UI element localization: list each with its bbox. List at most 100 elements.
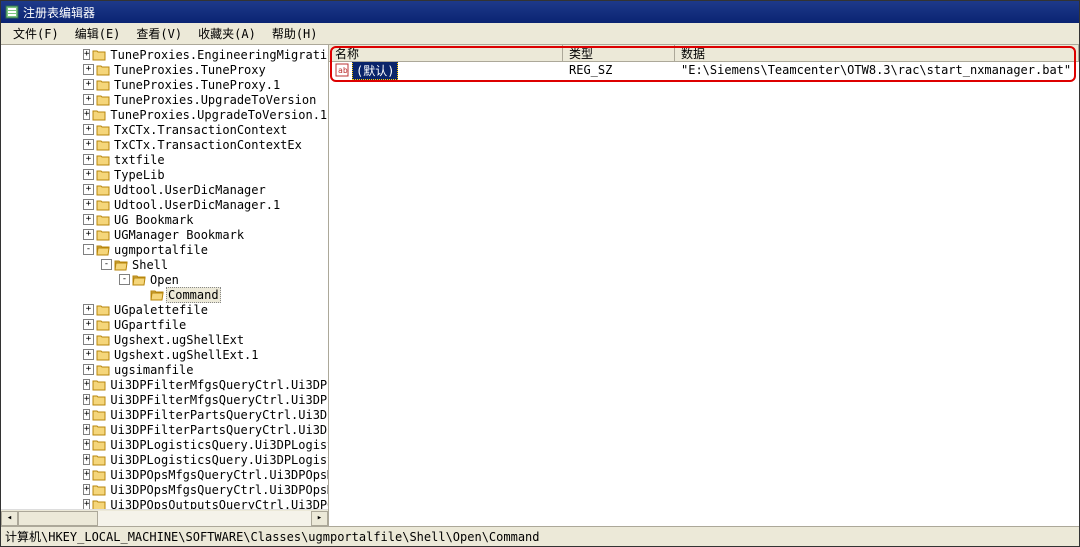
tree-node-label[interactable]: Ui3DPFilterMfgsQueryCtrl.Ui3DPFilterMfgs… [108, 378, 328, 392]
tree-node[interactable]: + Udtool.UserDicManager.1 [5, 197, 328, 212]
tree-node[interactable]: - ugmportalfile [5, 242, 328, 257]
menu-file[interactable]: 文件(F) [5, 23, 67, 44]
collapse-icon[interactable]: - [119, 274, 130, 285]
tree-scroll[interactable]: + TuneProxies.EngineeringMigration.1 + Tune… [1, 45, 328, 509]
tree-node[interactable]: + Ugshext.ugShellExt [5, 332, 328, 347]
scroll-track[interactable] [18, 511, 311, 526]
tree-node[interactable]: - Shell [5, 257, 328, 272]
tree-node[interactable]: + TuneProxies.UpgradeToVersion [5, 92, 328, 107]
tree-node[interactable]: - Open [5, 272, 328, 287]
tree-node[interactable]: +Ui3DPFilterMfgsQueryCtrl.Ui3DPFilterMfg… [5, 392, 328, 407]
tree-node[interactable]: + Ui3DPFilterPartsQueryCtrl.Ui3DPFilterPa… [5, 407, 328, 422]
value-name-cell[interactable]: ab (默认) [329, 62, 563, 80]
menu-favorites[interactable]: 收藏夹(A) [190, 23, 264, 44]
tree-node-label[interactable]: Ui3DPOpsOutputsQueryCtrl.Ui3DPOpsOutputs… [108, 498, 328, 510]
tree-node-label[interactable]: Udtool.UserDicManager [112, 183, 268, 197]
scroll-thumb[interactable] [18, 511, 98, 526]
menu-view[interactable]: 查看(V) [128, 23, 190, 44]
tree-node-label[interactable]: Shell [130, 258, 170, 272]
tree-node-label[interactable]: TuneProxies.TuneProxy [112, 63, 268, 77]
tree-node[interactable]: + UG Bookmark [5, 212, 328, 227]
expand-icon[interactable]: + [83, 79, 94, 90]
tree-node[interactable]: + TxCTx.TransactionContextEx [5, 137, 328, 152]
tree-node[interactable]: + TuneProxies.UpgradeToVersion.1 [5, 107, 328, 122]
expand-icon[interactable]: + [83, 94, 94, 105]
tree-node[interactable]: + TxCTx.TransactionContext [5, 122, 328, 137]
tree-node[interactable]: + txtfile [5, 152, 328, 167]
expand-icon[interactable]: + [83, 364, 94, 375]
tree-node-label[interactable]: UGManager Bookmark [112, 228, 246, 242]
tree-hscrollbar[interactable]: ◂ ▸ [1, 509, 328, 526]
tree-node[interactable]: + Ui3DPFilterMfgsQueryCtrl.Ui3DPFilterMfg… [5, 377, 328, 392]
expand-icon[interactable]: + [83, 424, 90, 435]
tree-node-label[interactable]: TuneProxies.TuneProxy.1 [112, 78, 282, 92]
expand-icon[interactable]: + [83, 409, 90, 420]
tree-node-label[interactable]: UGpalettefile [112, 303, 210, 317]
expand-icon[interactable]: + [83, 49, 90, 60]
collapse-icon[interactable]: - [101, 259, 112, 270]
tree-node[interactable]: + UGManager Bookmark [5, 227, 328, 242]
expand-icon[interactable]: + [83, 439, 90, 450]
expand-icon[interactable]: + [83, 499, 90, 509]
tree-node-label[interactable]: Ui3DPOpsMfgsQueryCtrl.Ui3DPOpsMfgsQueryC… [108, 483, 328, 497]
tree-node[interactable]: +Udtool.UserDicManager [5, 182, 328, 197]
tree-node-label[interactable]: TuneProxies.UpgradeToVersion [112, 93, 318, 107]
list-body[interactable]: ab (默认) REG_SZ "E:\Siemens\Teamcenter\OT… [329, 62, 1079, 526]
expand-icon[interactable]: + [83, 124, 94, 135]
list-row[interactable]: ab (默认) REG_SZ "E:\Siemens\Teamcenter\OT… [329, 62, 1079, 78]
expand-icon[interactable]: + [83, 484, 90, 495]
tree-node[interactable]: +Ui3DPOpsMfgsQueryCtrl.Ui3DPOpsMfgsQuery… [5, 467, 328, 482]
tree-node-label[interactable]: TypeLib [112, 168, 167, 182]
collapse-icon[interactable]: - [83, 244, 94, 255]
column-header-type[interactable]: 类型 [563, 45, 675, 61]
tree-node[interactable]: + Ui3DPLogisticsQuery.Ui3DPLogisticsQuery… [5, 452, 328, 467]
tree-node[interactable]: Command [5, 287, 328, 302]
tree-node-label[interactable]: UGpartfile [112, 318, 188, 332]
column-header-name[interactable]: 名称 [329, 45, 563, 61]
tree-node[interactable]: +Ugshext.ugShellExt.1 [5, 347, 328, 362]
tree-node-label[interactable]: txtfile [112, 153, 167, 167]
tree-node-label[interactable]: Ui3DPFilterPartsQueryCtrl.Ui3DPFilterPar… [108, 408, 328, 422]
tree-node-label[interactable]: Open [148, 273, 181, 287]
expand-icon[interactable]: + [83, 304, 94, 315]
scroll-left-button[interactable]: ◂ [1, 511, 18, 526]
expand-icon[interactable]: + [83, 229, 94, 240]
expand-icon[interactable]: + [83, 394, 90, 405]
tree-node-label[interactable]: UG Bookmark [112, 213, 195, 227]
expand-icon[interactable]: + [83, 469, 90, 480]
tree-node-label[interactable]: TxCTx.TransactionContextEx [112, 138, 304, 152]
tree-node[interactable]: + TuneProxies.TuneProxy.1 [5, 77, 328, 92]
expand-icon[interactable]: + [83, 334, 94, 345]
tree-node-label[interactable]: ugmportalfile [112, 243, 210, 257]
expand-icon[interactable]: + [83, 379, 90, 390]
expand-icon[interactable]: + [83, 319, 94, 330]
expand-icon[interactable]: + [83, 109, 90, 120]
expand-icon[interactable]: + [83, 214, 94, 225]
tree-node-label[interactable]: Udtool.UserDicManager.1 [112, 198, 282, 212]
menu-edit[interactable]: 编辑(E) [67, 23, 129, 44]
tree-node-label[interactable]: TxCTx.TransactionContext [112, 123, 289, 137]
expand-icon[interactable]: + [83, 154, 94, 165]
tree-node-label[interactable]: Ui3DPLogisticsQuery.Ui3DPLogisticsQuery.… [108, 453, 328, 467]
tree-node-label[interactable]: Command [166, 287, 221, 303]
tree-node-label[interactable]: Ui3DPLogisticsQuery.Ui3DPLogisticsQuery [108, 438, 328, 452]
expand-icon[interactable]: + [83, 454, 90, 465]
tree-node[interactable]: + ugsimanfile [5, 362, 328, 377]
tree-node[interactable]: + TypeLib [5, 167, 328, 182]
expand-icon[interactable]: + [83, 169, 94, 180]
tree-node[interactable]: + Ui3DPLogisticsQuery.Ui3DPLogisticsQuery [5, 437, 328, 452]
expand-icon[interactable]: + [83, 199, 94, 210]
expand-icon[interactable]: + [83, 64, 94, 75]
tree-node[interactable]: + Ui3DPFilterPartsQueryCtrl.Ui3DPFilterPa… [5, 422, 328, 437]
tree-node-label[interactable]: TuneProxies.UpgradeToVersion.1 [108, 108, 328, 122]
tree-node-label[interactable]: Ugshext.ugShellExt [112, 333, 246, 347]
tree-node-label[interactable]: ugsimanfile [112, 363, 195, 377]
expand-icon[interactable]: + [83, 139, 94, 150]
tree-node-label[interactable]: TuneProxies.EngineeringMigration.1 [108, 48, 328, 62]
tree-node[interactable]: + TuneProxies.EngineeringMigration.1 [5, 47, 328, 62]
tree-node[interactable]: + UGpartfile [5, 317, 328, 332]
tree-node-label[interactable]: Ui3DPFilterPartsQueryCtrl.Ui3DPFilterPar… [108, 423, 328, 437]
scroll-right-button[interactable]: ▸ [311, 511, 328, 526]
tree-node[interactable]: + TuneProxies.TuneProxy [5, 62, 328, 77]
tree-node-label[interactable]: Ugshext.ugShellExt.1 [112, 348, 261, 362]
